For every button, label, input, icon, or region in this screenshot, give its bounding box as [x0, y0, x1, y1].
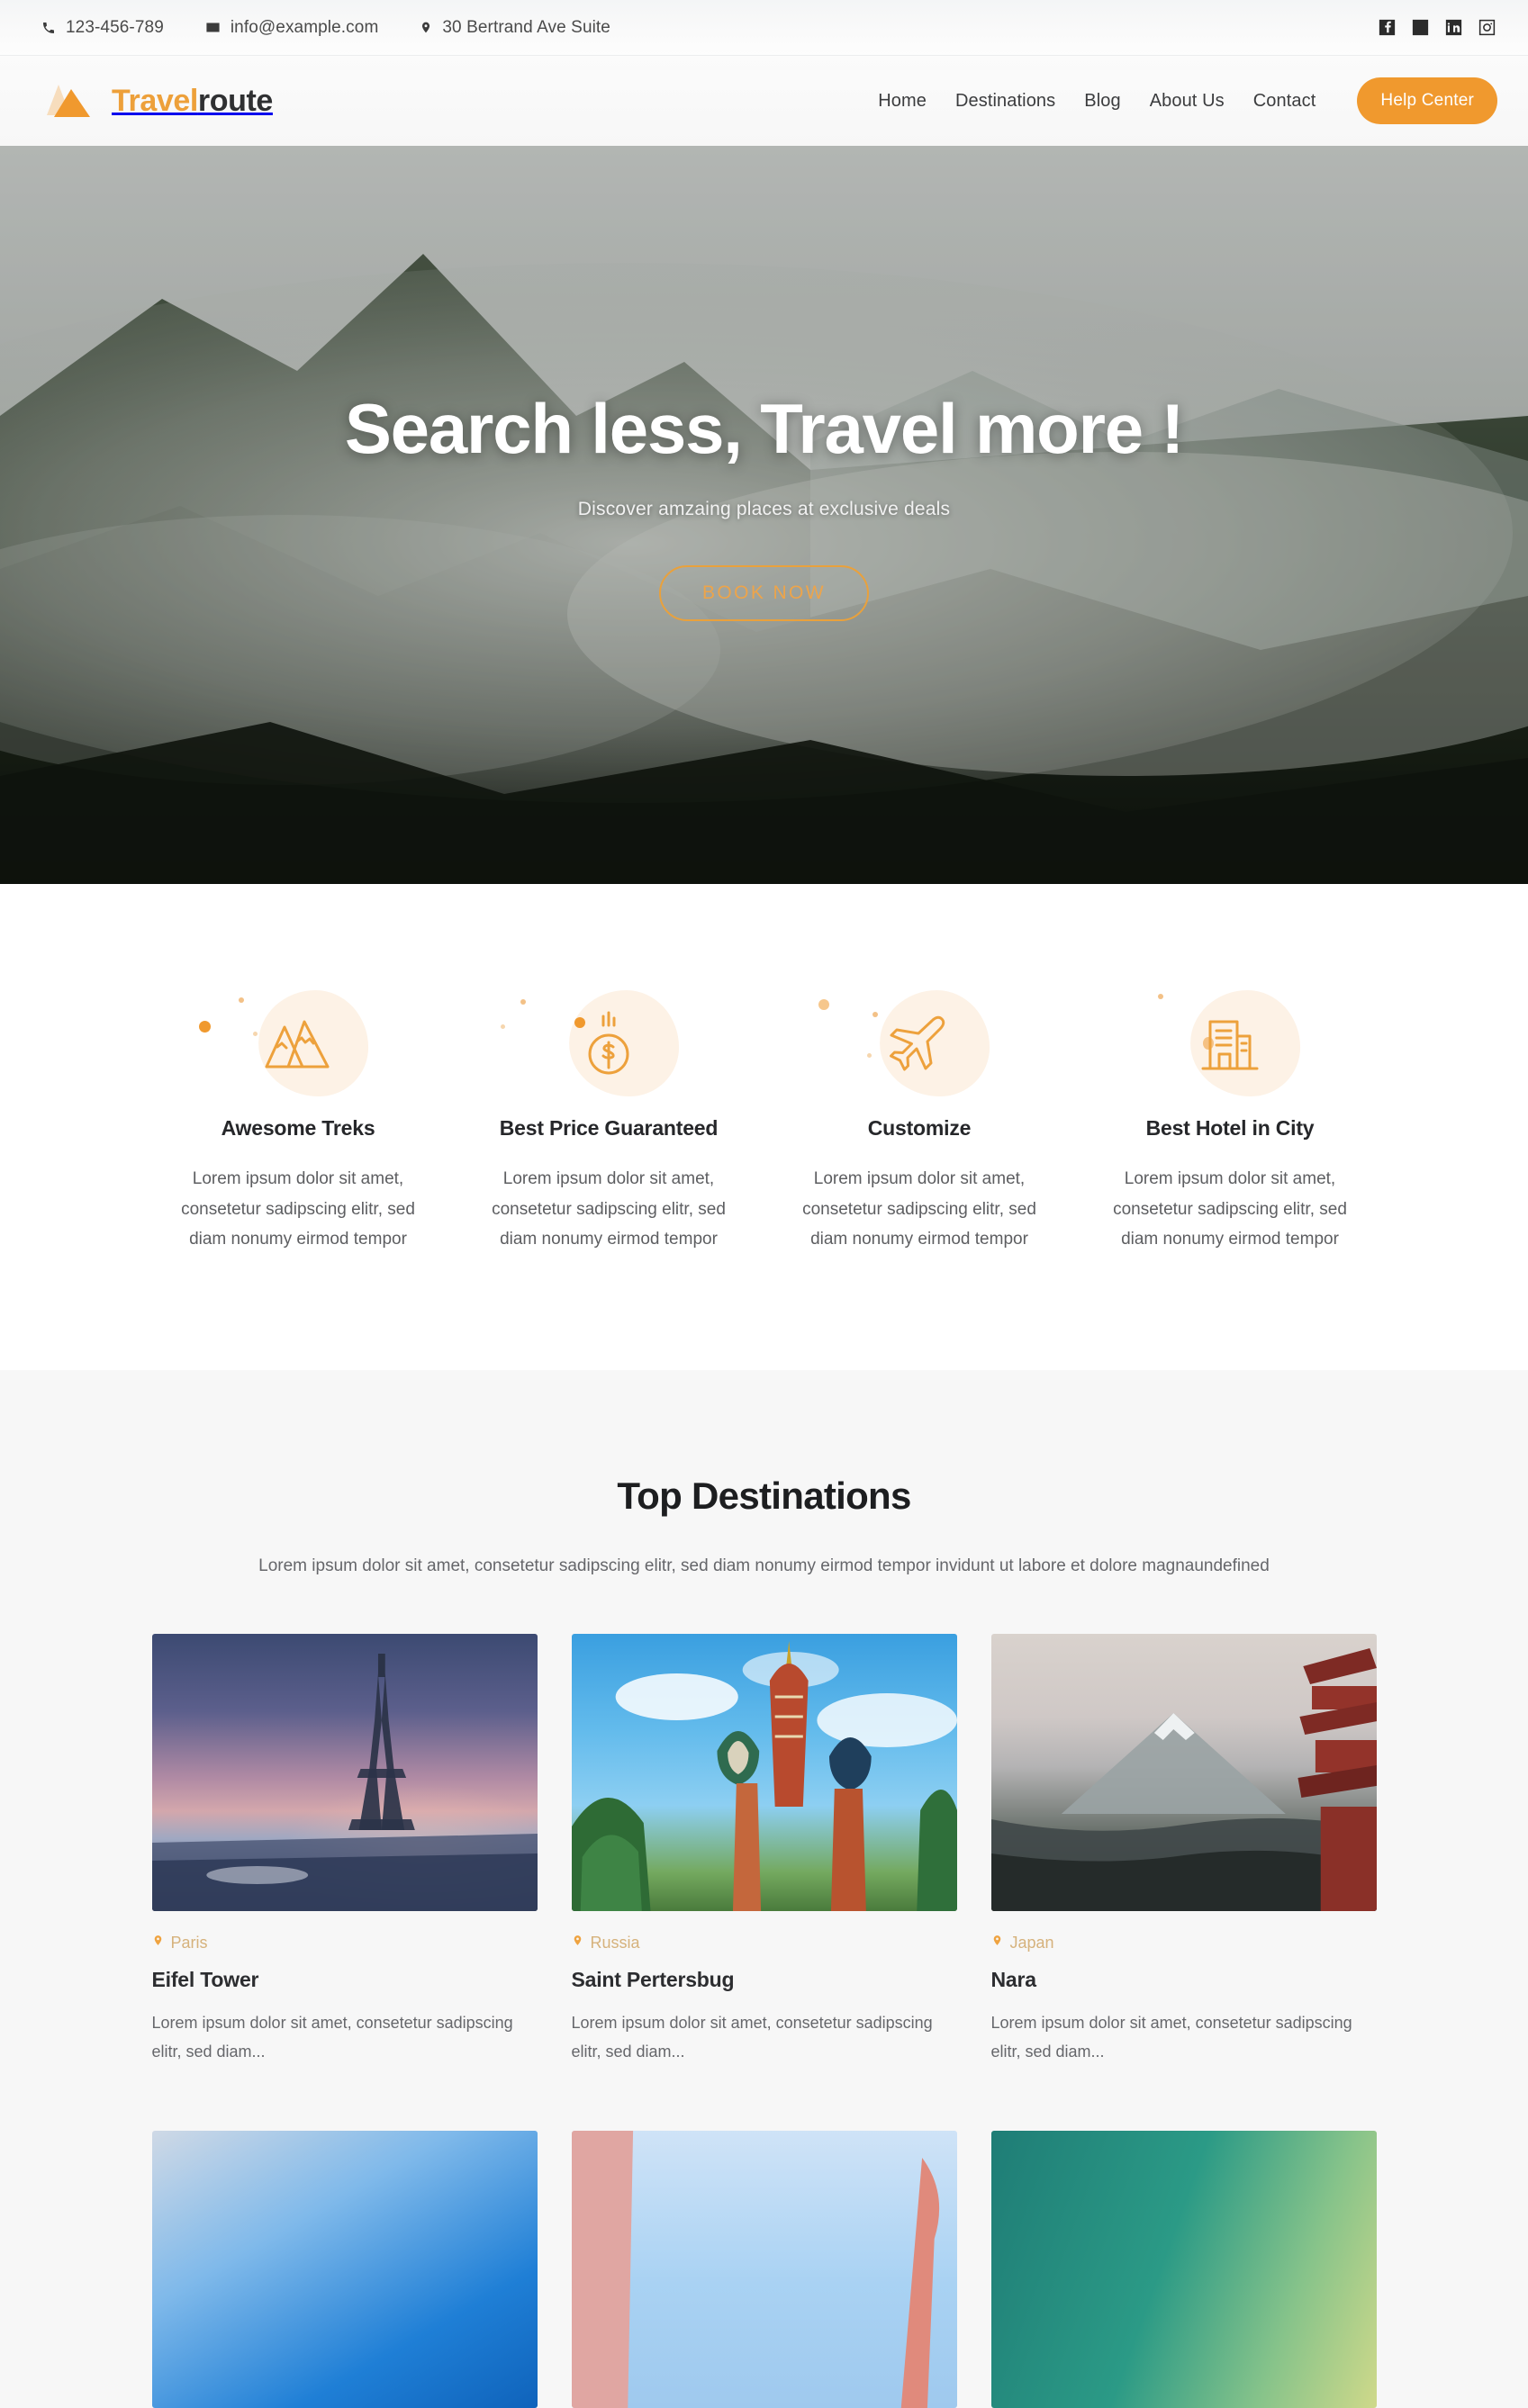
main-navigation: Home Destinations Blog About Us Contact … — [878, 77, 1497, 124]
map-pin-icon — [991, 1933, 1003, 1953]
help-center-button[interactable]: Help Center — [1357, 77, 1497, 124]
page-root: 123-456-789 info@example.com 30 Bertrand… — [0, 0, 1528, 2408]
feature-description: Lorem ipsum dolor sit amet, consetetur s… — [492, 1169, 726, 1249]
logo-wordmark: Travelroute — [112, 86, 273, 116]
feature-description: Lorem ipsum dolor sit amet, consetetur s… — [802, 1169, 1036, 1249]
top-contact-bar: 123-456-789 info@example.com 30 Bertrand… — [0, 0, 1528, 56]
mountain-logo-icon — [43, 81, 99, 121]
phone-icon — [41, 21, 56, 35]
features-grid: Awesome Treks Lorem ipsum dolor sit amet… — [143, 988, 1386, 1255]
contact-address[interactable]: 30 Bertrand Ave Suite — [420, 18, 610, 38]
destination-location-text: Japan — [1009, 1933, 1054, 1952]
destination-card[interactable]: Paris Eifel Tower Lorem ipsum dolor sit … — [151, 1634, 538, 2066]
decorative-dot — [818, 999, 829, 1010]
destination-description: Lorem ipsum dolor sit amet, consetetur s… — [571, 2014, 933, 2061]
feature-card-customize: Customize Lorem ipsum dolor sit amet, co… — [764, 988, 1075, 1255]
destination-title: Eifel Tower — [151, 1968, 259, 1992]
mountain-icon — [265, 1015, 331, 1078]
nav-item-home[interactable]: Home — [878, 91, 927, 112]
linkedin-icon[interactable] — [1443, 17, 1464, 38]
destination-image-blue-sky — [151, 2131, 538, 2408]
facebook-icon[interactable] — [1377, 17, 1397, 38]
destinations-title: Top Destinations — [617, 1474, 911, 1517]
feature-title: Awesome Treks — [221, 1116, 375, 1140]
decorative-dot — [520, 999, 526, 1005]
feature-icon-wrap — [1102, 988, 1359, 1104]
feature-title: Best Price Guaranteed — [499, 1116, 719, 1140]
envelope-icon — [205, 20, 221, 35]
destination-description: Lorem ipsum dolor sit amet, consetetur s… — [990, 2014, 1352, 2061]
feature-icon-wrap — [481, 988, 737, 1104]
nav-item-about-us[interactable]: About Us — [1150, 91, 1225, 112]
airplane-icon — [888, 1014, 951, 1079]
contact-email-text: info@example.com — [230, 17, 379, 37]
decorative-dot — [252, 1032, 258, 1036]
destination-image-saint-basil — [571, 1634, 957, 1912]
feature-card-awesome-treks: Awesome Treks Lorem ipsum dolor sit amet… — [143, 988, 454, 1255]
map-pin-icon — [572, 1933, 583, 1953]
features-section: Awesome Treks Lorem ipsum dolor sit amet… — [0, 884, 1528, 1370]
feature-card-best-price: Best Price Guaranteed Lorem ipsum dolor … — [454, 988, 764, 1255]
hero-title: Search less, Travel more ! — [344, 389, 1185, 468]
logo-text-primary: Travel — [112, 84, 198, 118]
hero-section: Search less, Travel more ! Discover amza… — [0, 146, 1528, 884]
destination-description: Lorem ipsum dolor sit amet, consetetur s… — [151, 2014, 513, 2061]
nav-item-destinations[interactable]: Destinations — [955, 91, 1055, 112]
destination-card[interactable] — [151, 2131, 538, 2408]
destination-location-text: Paris — [170, 1933, 208, 1952]
destination-card[interactable] — [571, 2131, 957, 2408]
destination-location: Japan — [991, 1933, 1377, 1953]
feature-card-best-hotel: Best Hotel in City Lorem ipsum dolor sit… — [1075, 988, 1386, 1255]
decorative-dot — [866, 1053, 872, 1058]
destination-image-teal-water — [990, 2131, 1377, 2408]
buildings-icon — [1198, 1015, 1262, 1078]
feature-title: Customize — [867, 1116, 972, 1140]
social-links-group — [1377, 17, 1497, 38]
instagram-icon[interactable] — [1477, 17, 1497, 38]
logo-text-secondary: route — [197, 84, 273, 118]
destination-location-text: Russia — [590, 1933, 640, 1952]
destination-card[interactable]: Japan Nara Lorem ipsum dolor sit amet, c… — [990, 1634, 1377, 2066]
destinations-header: Top Destinations Lorem ipsum dolor sit a… — [0, 1475, 1528, 1582]
book-now-button[interactable]: BOOK NOW — [658, 565, 870, 622]
nav-item-contact[interactable]: Contact — [1253, 91, 1316, 112]
destination-location: Russia — [572, 1933, 957, 1953]
feature-description: Lorem ipsum dolor sit amet, consetetur s… — [1113, 1169, 1347, 1249]
destination-title: Saint Pertersbug — [571, 1968, 735, 1992]
contact-phone[interactable]: 123-456-789 — [41, 18, 164, 38]
contact-phone-text: 123-456-789 — [66, 17, 164, 37]
decorative-dot — [238, 997, 244, 1003]
hero-subtitle: Discover amzaing places at exclusive dea… — [577, 499, 951, 520]
contact-email[interactable]: info@example.com — [205, 18, 379, 38]
map-pin-icon — [152, 1933, 164, 1953]
decorative-dot — [500, 1024, 505, 1029]
decorative-dot — [872, 1012, 878, 1017]
map-pin-icon — [420, 20, 432, 35]
top-destinations-section: Top Destinations Lorem ipsum dolor sit a… — [0, 1369, 1528, 2408]
decorative-dot — [198, 1021, 211, 1033]
destination-location: Paris — [152, 1933, 538, 1953]
destinations-subtitle: Lorem ipsum dolor sit amet, consetetur s… — [258, 1556, 1270, 1575]
destination-cards-grid: Paris Eifel Tower Lorem ipsum dolor sit … — [151, 1634, 1377, 2408]
destination-card[interactable] — [990, 2131, 1377, 2408]
destination-title: Nara — [990, 1968, 1037, 1992]
dollar-coin-icon — [580, 1011, 637, 1082]
destination-card[interactable]: Russia Saint Pertersbug Lorem ipsum dolo… — [571, 1634, 957, 2066]
feature-description: Lorem ipsum dolor sit amet, consetetur s… — [181, 1169, 415, 1249]
contact-address-text: 30 Bertrand Ave Suite — [442, 17, 610, 37]
destination-image-pink-building — [571, 2131, 957, 2408]
nav-item-blog[interactable]: Blog — [1084, 91, 1120, 112]
destination-image-eiffel-tower — [151, 1634, 538, 1912]
contact-info-group: 123-456-789 info@example.com 30 Bertrand… — [41, 18, 610, 38]
feature-icon-wrap — [791, 988, 1048, 1104]
feature-title: Best Hotel in City — [1145, 1116, 1315, 1140]
site-header: Travelroute Home Destinations Blog About… — [0, 56, 1528, 146]
feature-icon-wrap — [170, 988, 427, 1104]
destination-image-mount-fuji — [990, 1634, 1377, 1912]
hero-content: Search less, Travel more ! Discover amza… — [0, 146, 1528, 622]
twitter-icon[interactable] — [1410, 17, 1431, 38]
decorative-dot — [1157, 994, 1163, 999]
site-logo[interactable]: Travelroute — [43, 81, 273, 121]
